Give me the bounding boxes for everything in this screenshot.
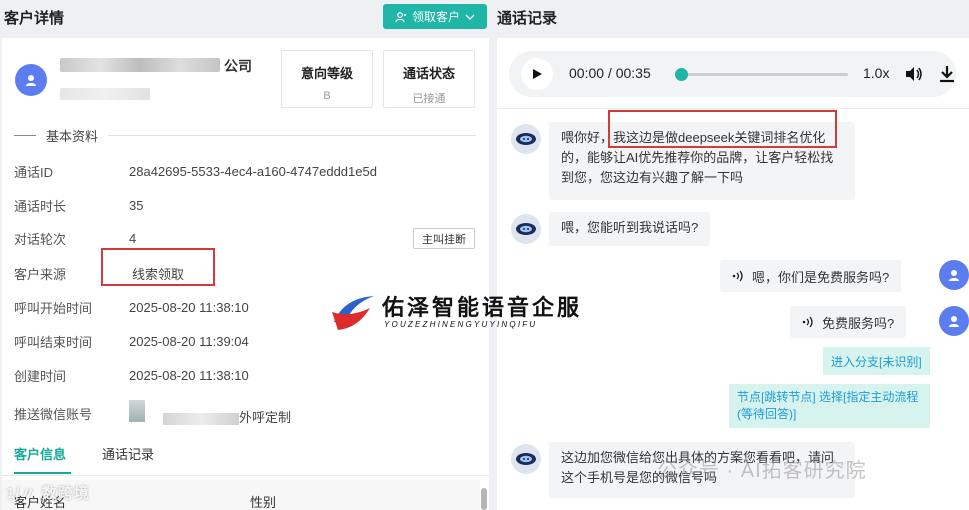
- brand-name-cn: 佑泽智能语音企服: [382, 296, 583, 321]
- download-icon[interactable]: [939, 65, 955, 83]
- user-avatar: [939, 306, 969, 336]
- bot-avatar: [511, 444, 541, 474]
- company-subtitle-redacted: [60, 88, 150, 100]
- call-record-title: 通话记录: [497, 9, 558, 27]
- brand-name-en: YOUZEZHINENGYUYINQIFU: [384, 320, 538, 329]
- watermark-right: 公众号 · AI拓客研究院: [657, 460, 867, 482]
- wechat-name-redacted: [163, 412, 239, 425]
- field-call-id: 通话ID 28a42695-5533-4ec4-a160-4747eddd1e5…: [14, 163, 377, 180]
- robot-icon: [516, 453, 536, 465]
- highlight-box-source: [101, 248, 215, 286]
- brand-swoosh-icon: [332, 296, 374, 330]
- tab-customer-info[interactable]: 客户信息: [14, 444, 66, 463]
- playback-time: 00:00 / 00:35: [569, 65, 651, 81]
- bot-avatar: [511, 214, 541, 244]
- customer-detail-card: 公司 意向等级 B 通话状态 已接通 基本资料 通话ID 28a42695-55…: [2, 38, 489, 510]
- chat-message-user: 嗯，你们是免费服务吗?: [720, 260, 902, 292]
- call-record-header: 通话记录: [497, 0, 557, 34]
- tab-call-records[interactable]: 通话记录: [102, 444, 154, 463]
- active-tab-indicator: [14, 472, 71, 474]
- user-avatar: [939, 260, 969, 290]
- chat-message-user: 免费服务吗?: [790, 306, 907, 338]
- user-icon: [395, 11, 406, 22]
- robot-icon: [516, 133, 536, 145]
- field-dialog-rounds: 对话轮次 4: [14, 230, 137, 247]
- highlight-box-keyword: [608, 110, 837, 148]
- audio-player: 00:00 / 00:35 1.0x: [509, 51, 956, 97]
- field-wechat-account: 推送微信账号 外呼定制: [14, 400, 474, 425]
- customer-avatar: [15, 64, 47, 96]
- person-icon: [26, 75, 36, 86]
- basic-info-section-title: 基本资料: [14, 127, 476, 144]
- robot-icon: [516, 223, 536, 235]
- node-tag: 节点[跳转节点] 选择[指定主动流程(等待回答)]: [729, 384, 930, 428]
- call-status-label: 通话状态: [402, 66, 455, 81]
- company-name-redacted: [60, 58, 220, 72]
- wechat-suffix: 外呼定制: [239, 410, 292, 425]
- left-scrollbar[interactable]: [481, 488, 487, 510]
- chevron-down-icon: [465, 14, 475, 20]
- claim-customer-label: 领取客户: [411, 10, 460, 24]
- volume-icon[interactable]: [905, 66, 923, 82]
- page-title: 客户详情: [4, 9, 65, 27]
- chat-message-bot: 喂，您能听到我说话吗?: [549, 212, 711, 246]
- field-call-duration: 通话时长 35: [14, 197, 144, 214]
- branch-tag: 进入分支[未识别]: [823, 347, 930, 375]
- intent-level-stat: 意向等级 B: [281, 50, 373, 108]
- call-record-card: 00:00 / 00:35 1.0x 喂你好，我这边是做deepseek关键词排…: [497, 38, 969, 510]
- company-name-suffix: 公司: [224, 58, 252, 74]
- gender-label: 性别: [250, 495, 277, 510]
- call-status-value: 已接通: [412, 93, 446, 105]
- progress-track[interactable]: [680, 73, 848, 76]
- app-root: 客户详情 领取客户 公司 意向等级 B 通话状态 已接通 基本资料 通话ID 2…: [0, 0, 969, 510]
- intent-level-value: B: [323, 90, 331, 102]
- person-icon: [949, 316, 959, 327]
- intent-level-label: 意向等级: [300, 66, 353, 81]
- watermark-left: 1/〃 数跨境: [6, 485, 90, 502]
- field-customer-source: 客户来源 线索领取: [14, 266, 185, 282]
- playback-speed[interactable]: 1.0x: [863, 65, 889, 81]
- call-status-stat: 通话状态 已接通: [383, 50, 475, 108]
- voice-wave-icon: [732, 270, 743, 282]
- voice-wave-icon: [802, 316, 813, 328]
- claim-customer-button[interactable]: 领取客户: [383, 4, 487, 29]
- field-created-time: 创建时间 2025-08-20 11:38:10: [14, 367, 249, 384]
- play-button[interactable]: [521, 58, 553, 90]
- progress-handle[interactable]: [675, 68, 688, 81]
- bot-avatar: [511, 124, 541, 154]
- detail-tabs: 客户信息 通话记录: [2, 436, 489, 476]
- brand-logo-overlay: 佑泽智能语音企服 YOUZEZHINENGYUYINQIFU: [330, 290, 590, 336]
- play-icon: [533, 69, 542, 79]
- person-icon: [949, 270, 959, 281]
- caller-hangup-button[interactable]: 主叫挂断: [413, 228, 475, 249]
- wechat-avatar-redacted: [129, 400, 145, 422]
